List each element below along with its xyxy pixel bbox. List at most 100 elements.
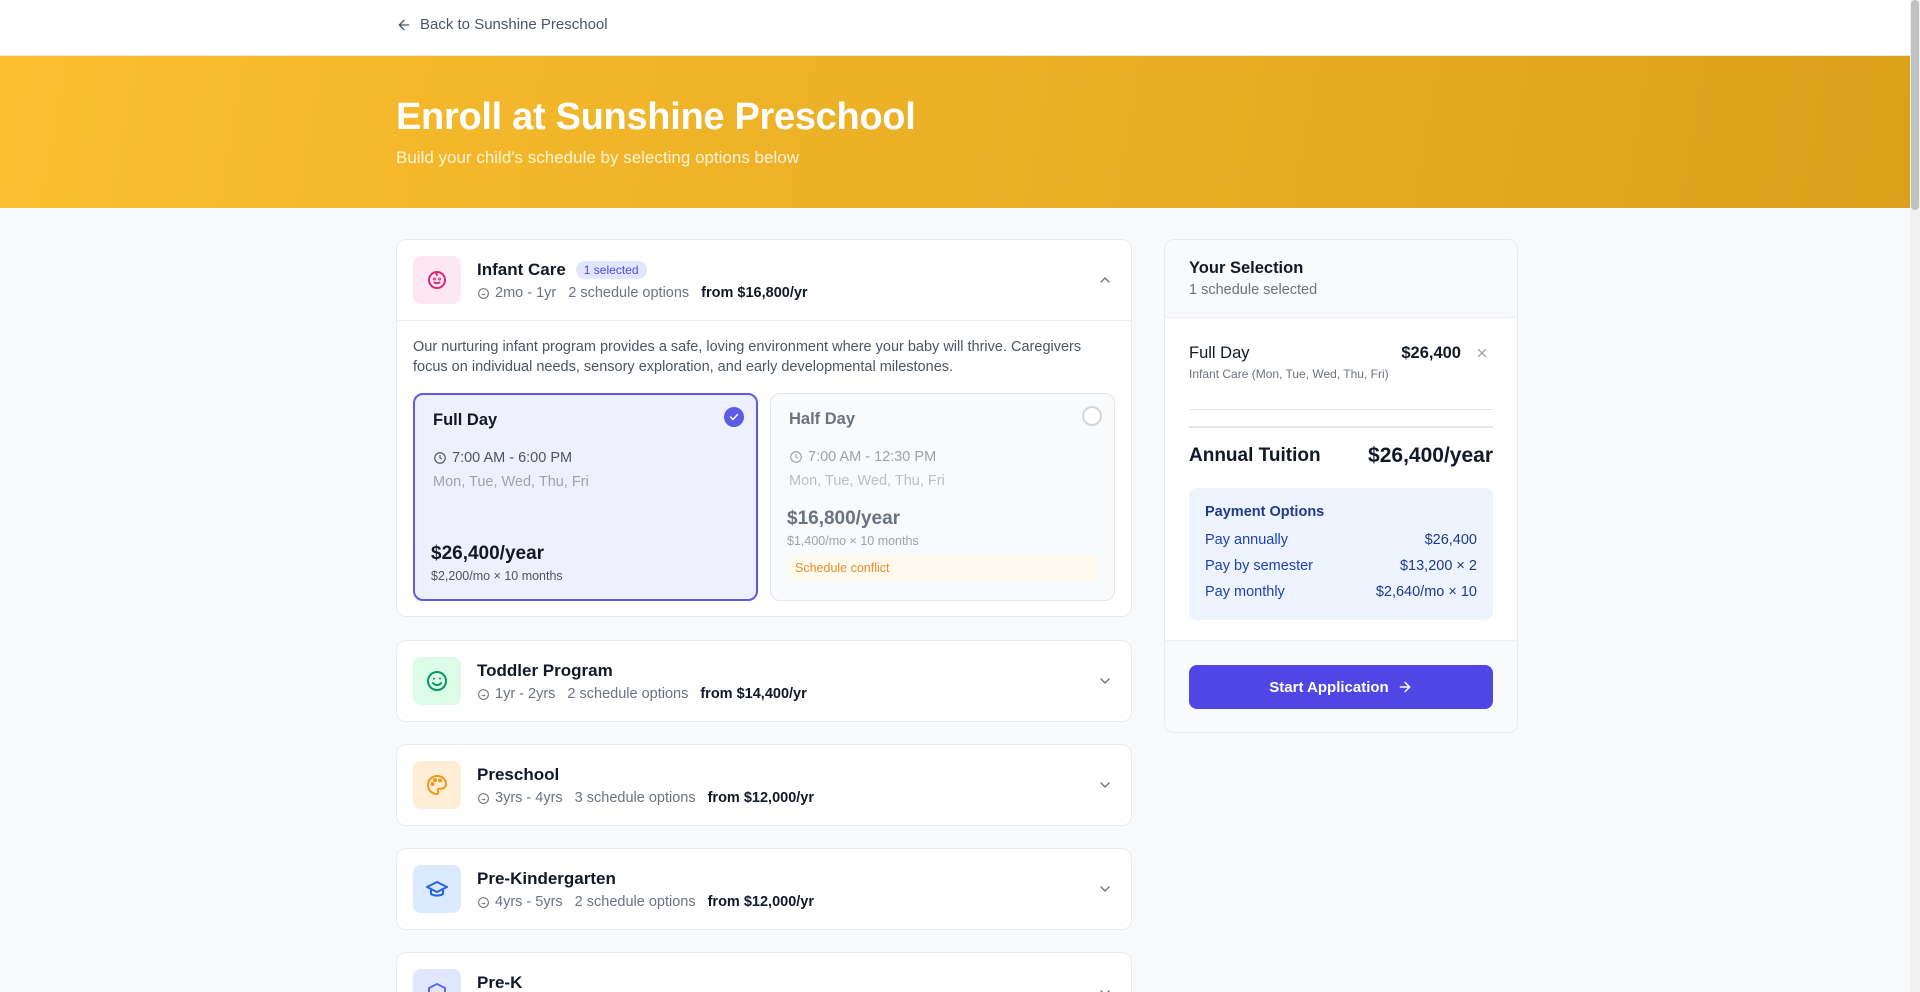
program-header[interactable]: Pre-K bbox=[397, 953, 1131, 992]
chevron-down-icon[interactable] bbox=[1097, 985, 1113, 992]
shield-icon bbox=[428, 983, 446, 992]
age-icon bbox=[478, 688, 489, 700]
chevron-down-icon[interactable] bbox=[1097, 673, 1113, 689]
top-bar: Back to Sunshine Preschool bbox=[0, 0, 1910, 56]
scrollbar-thumb[interactable] bbox=[1911, 0, 1919, 210]
program-header[interactable]: Preschool 3yrs - 4yrs 3 schedule options… bbox=[397, 745, 1131, 825]
check-icon bbox=[724, 407, 744, 427]
program-age: 1yr - 2yrs bbox=[495, 686, 556, 702]
back-link-label: Back to Sunshine Preschool bbox=[420, 16, 608, 33]
program-options-count: 2 schedule options bbox=[567, 686, 689, 702]
program-age: 2mo - 1yr bbox=[495, 285, 557, 301]
program-age: 4yrs - 5yrs bbox=[495, 894, 563, 910]
clock-icon bbox=[434, 452, 446, 464]
summary-title: Your Selection bbox=[1189, 259, 1304, 277]
program-age: 3yrs - 4yrs bbox=[495, 790, 563, 806]
palette-icon bbox=[427, 775, 447, 795]
page-title: Enroll at Sunshine Preschool bbox=[396, 96, 916, 138]
clock-icon bbox=[790, 451, 802, 463]
page-scrollbar[interactable] bbox=[1910, 0, 1920, 992]
option-price: $26,400/year bbox=[431, 543, 545, 564]
payment-value: $26,400 bbox=[1424, 532, 1477, 548]
option-name: Full Day bbox=[433, 411, 498, 429]
schedule-option-half-day[interactable]: Half Day 7:00 AM - 12:30 PM Mon, Tue, We… bbox=[770, 393, 1115, 601]
program-name: Infant Care bbox=[477, 260, 566, 279]
payment-value: $2,640/mo × 10 bbox=[1375, 584, 1477, 600]
payment-options-title: Payment Options bbox=[1205, 504, 1325, 520]
option-monthly: $1,400/mo × 10 months bbox=[787, 534, 919, 548]
hero-banner: Enroll at Sunshine Preschool Build your … bbox=[0, 56, 1910, 208]
program-name: Pre-Kindergarten bbox=[477, 869, 616, 888]
annual-tuition-row: Annual Tuition $26,400/year bbox=[1189, 426, 1493, 468]
option-time: 7:00 AM - 12:30 PM bbox=[808, 449, 937, 465]
program-icon-tile bbox=[413, 657, 461, 705]
option-days: Mon, Tue, Wed, Thu, Fri bbox=[433, 474, 589, 490]
program-card-preschool: Preschool 3yrs - 4yrs 3 schedule options… bbox=[396, 744, 1132, 826]
radio-empty-icon bbox=[1082, 406, 1102, 426]
option-days: Mon, Tue, Wed, Thu, Fri bbox=[789, 473, 945, 489]
option-name: Half Day bbox=[789, 410, 856, 428]
program-icon-tile bbox=[413, 256, 461, 304]
page-subtitle: Build your child's schedule by selecting… bbox=[396, 148, 799, 167]
program-details: Our nurturing infant program provides a … bbox=[397, 320, 1131, 617]
total-label: Annual Tuition bbox=[1189, 445, 1321, 466]
program-name: Toddler Program bbox=[477, 661, 613, 680]
arrow-left-icon bbox=[398, 19, 410, 30]
close-icon[interactable] bbox=[1475, 346, 1489, 360]
program-from-price: from $14,400/yr bbox=[700, 686, 807, 702]
program-options-count: 2 schedule options bbox=[574, 894, 696, 910]
payment-label: Pay monthly bbox=[1205, 584, 1285, 600]
option-monthly: $2,200/mo × 10 months bbox=[431, 569, 563, 583]
program-icon-tile bbox=[413, 969, 461, 992]
payment-label: Pay annually bbox=[1205, 532, 1289, 548]
payment-options: Payment Options Pay annually $26,400 Pay… bbox=[1189, 488, 1493, 620]
graduation-cap-icon bbox=[426, 881, 448, 897]
program-options-count: 2 schedule options bbox=[568, 285, 690, 301]
selected-item-amount: $26,400 bbox=[1401, 344, 1461, 362]
program-name: Pre-K bbox=[477, 973, 523, 992]
selection-summary: Your Selection 1 schedule selected Full … bbox=[1164, 239, 1518, 733]
selected-badge: 1 selected bbox=[575, 261, 647, 279]
start-application-label: Start Application bbox=[1269, 678, 1389, 696]
baby-icon bbox=[428, 271, 446, 289]
program-from-price: from $16,800/yr bbox=[701, 285, 808, 301]
age-icon bbox=[478, 896, 489, 908]
summary-footer: Start Application bbox=[1165, 640, 1517, 732]
payment-label: Pay by semester bbox=[1205, 558, 1313, 574]
start-application-button[interactable]: Start Application bbox=[1189, 665, 1493, 709]
smile-icon bbox=[427, 671, 447, 691]
total-value: $26,400/year bbox=[1368, 444, 1493, 467]
program-from-price: from $12,000/yr bbox=[707, 790, 814, 806]
program-name: Preschool bbox=[477, 765, 560, 784]
program-options-count: 3 schedule options bbox=[574, 790, 696, 806]
option-price: $16,800/year bbox=[787, 508, 901, 529]
program-card-toddler: Toddler Program 1yr - 2yrs 2 schedule op… bbox=[396, 640, 1132, 722]
program-description: Our nurturing infant program provides a … bbox=[413, 339, 1082, 375]
back-link[interactable]: Back to Sunshine Preschool bbox=[396, 16, 608, 33]
program-header[interactable]: Pre-Kindergarten 4yrs - 5yrs 2 schedule … bbox=[397, 849, 1131, 929]
age-icon bbox=[478, 792, 489, 804]
summary-header: Your Selection 1 schedule selected bbox=[1165, 240, 1517, 318]
program-header[interactable]: Infant Care 1 selected 2mo - 1yr 2 sched… bbox=[397, 240, 1131, 320]
schedule-option-full-day[interactable]: Full Day 7:00 AM - 6:00 PM Mon, Tue, Wed… bbox=[413, 393, 758, 601]
chevron-down-icon[interactable] bbox=[1097, 777, 1113, 793]
selected-schedule-item: Full Day Infant Care (Mon, Tue, Wed, Thu… bbox=[1189, 318, 1493, 410]
payment-row: Pay annually $26,400 bbox=[1205, 532, 1477, 548]
arrow-right-icon bbox=[1399, 681, 1411, 693]
schedule-options: Full Day 7:00 AM - 6:00 PM Mon, Tue, Wed… bbox=[413, 393, 1115, 601]
program-card-infant-care: Infant Care 1 selected 2mo - 1yr 2 sched… bbox=[396, 239, 1132, 617]
program-from-price: from $12,000/yr bbox=[707, 894, 814, 910]
option-time: 7:00 AM - 6:00 PM bbox=[452, 450, 573, 466]
payment-row: Pay by semester $13,200 × 2 bbox=[1205, 558, 1477, 574]
program-card-pre-k: Pre-K bbox=[396, 952, 1132, 992]
selected-item-detail: Infant Care (Mon, Tue, Wed, Thu, Fri) bbox=[1189, 367, 1389, 381]
program-card-pre-kindergarten: Pre-Kindergarten 4yrs - 5yrs 2 schedule … bbox=[396, 848, 1132, 930]
age-icon bbox=[478, 287, 489, 299]
schedule-conflict-warning: Schedule conflict bbox=[787, 556, 1098, 580]
payment-row: Pay monthly $2,640/mo × 10 bbox=[1205, 584, 1477, 600]
summary-subtitle: 1 schedule selected bbox=[1189, 282, 1318, 298]
chevron-down-icon[interactable] bbox=[1097, 881, 1113, 897]
payment-value: $13,200 × 2 bbox=[1399, 558, 1477, 574]
program-header[interactable]: Toddler Program 1yr - 2yrs 2 schedule op… bbox=[397, 641, 1131, 721]
chevron-up-icon[interactable] bbox=[1097, 272, 1113, 288]
